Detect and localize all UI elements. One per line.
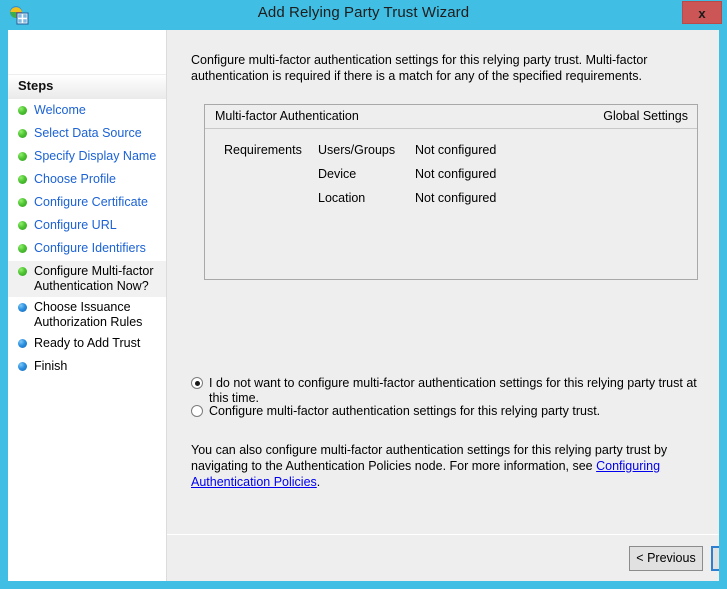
radio-do-not-configure-mfa[interactable]: I do not want to configure multi-factor …: [191, 376, 719, 406]
steps-header-label: Steps: [18, 78, 54, 93]
next-button[interactable]: Next >: [711, 546, 719, 571]
status-bullet-icon: [18, 362, 27, 371]
radio-label: I do not want to configure multi-factor …: [209, 376, 697, 405]
requirements-group-label: Requirements: [224, 143, 302, 157]
footnote-suffix: .: [316, 475, 321, 489]
panel-scope-label: Global Settings: [603, 109, 688, 123]
sidebar-item-finish[interactable]: Finish: [8, 356, 166, 379]
wizard-client-area: Steps Welcome Select Data Source Specify…: [8, 30, 719, 581]
sidebar-item-label: Choose Issuance Authorization Rules: [34, 300, 143, 329]
sidebar-item-label: Choose Profile: [34, 172, 116, 186]
sidebar-item-configure-certificate[interactable]: Configure Certificate: [8, 192, 166, 215]
status-bullet-icon: [18, 244, 27, 253]
radio-configure-mfa[interactable]: Configure multi-factor authentication se…: [191, 404, 600, 419]
sidebar-item-label: Select Data Source: [34, 126, 142, 140]
sidebar-item-configure-url[interactable]: Configure URL: [8, 215, 166, 238]
page-description: Configure multi-factor authentication se…: [191, 53, 648, 83]
sidebar-item-label: Specify Display Name: [34, 149, 157, 163]
sidebar-item-label: Finish: [34, 359, 68, 373]
sidebar-item-choose-profile[interactable]: Choose Profile: [8, 169, 166, 192]
steps-sidebar: Steps Welcome Select Data Source Specify…: [8, 30, 167, 581]
wizard-window: Add Relying Party Trust Wizard x Steps W…: [0, 0, 727, 589]
steps-list: Welcome Select Data Source Specify Displ…: [8, 100, 166, 379]
requirement-name: Device: [318, 167, 357, 181]
requirements-rows: Users/Groups Not configured Device Not c…: [318, 143, 678, 215]
wizard-content-pane: Configure multi-factor authentication se…: [167, 30, 719, 581]
sidebar-item-configure-identifiers[interactable]: Configure Identifiers: [8, 238, 166, 261]
status-bullet-icon: [18, 339, 27, 348]
table-row: Device Not configured: [318, 167, 678, 191]
sidebar-item-configure-mfa-now[interactable]: Configure Multi-factor Authentication No…: [8, 261, 166, 297]
radio-button-icon[interactable]: [191, 405, 203, 417]
steps-header: Steps: [8, 74, 166, 99]
panel-title: Multi-factor Authentication: [215, 109, 359, 123]
status-bullet-icon: [18, 106, 27, 115]
sidebar-item-label: Configure URL: [34, 218, 117, 232]
radio-button-icon[interactable]: [191, 377, 203, 389]
sidebar-item-choose-issuance-authorization-rules[interactable]: Choose Issuance Authorization Rules: [8, 297, 166, 333]
sidebar-item-welcome[interactable]: Welcome: [8, 100, 166, 123]
panel-body: Requirements Users/Groups Not configured…: [205, 129, 697, 205]
status-bullet-icon: [18, 267, 27, 276]
footnote-text: You can also configure multi-factor auth…: [191, 442, 696, 490]
requirement-value: Not configured: [415, 191, 497, 205]
sidebar-item-specify-display-name[interactable]: Specify Display Name: [8, 146, 166, 169]
status-bullet-icon: [18, 221, 27, 230]
previous-button[interactable]: < Previous: [629, 546, 703, 571]
status-bullet-icon: [18, 175, 27, 184]
sidebar-item-label: Configure Identifiers: [34, 241, 146, 255]
title-bar: Add Relying Party Trust Wizard x: [0, 0, 727, 30]
table-row: Location Not configured: [318, 191, 678, 215]
requirement-name: Location: [318, 191, 366, 205]
sidebar-item-label: Configure Certificate: [34, 195, 148, 209]
panel-header: Multi-factor Authentication Global Setti…: [205, 105, 697, 129]
sidebar-item-label: Ready to Add Trust: [34, 336, 141, 350]
status-bullet-icon: [18, 152, 27, 161]
sidebar-item-select-data-source[interactable]: Select Data Source: [8, 123, 166, 146]
status-bullet-icon: [18, 198, 27, 207]
mfa-settings-panel: Multi-factor Authentication Global Setti…: [204, 104, 698, 280]
requirement-value: Not configured: [415, 143, 497, 157]
sidebar-item-ready-to-add-trust[interactable]: Ready to Add Trust: [8, 333, 166, 356]
status-bullet-icon: [18, 129, 27, 138]
table-row: Users/Groups Not configured: [318, 143, 678, 167]
radio-label: Configure multi-factor authentication se…: [209, 404, 601, 418]
sidebar-item-label: Configure Multi-factor Authentication No…: [34, 264, 154, 293]
window-title: Add Relying Party Trust Wizard: [257, 4, 470, 21]
close-icon[interactable]: x: [682, 1, 722, 24]
status-bullet-icon: [18, 303, 27, 312]
requirement-value: Not configured: [415, 167, 497, 181]
sidebar-item-label: Welcome: [34, 103, 86, 117]
wizard-button-bar: < Previous Next > Cancel: [167, 534, 719, 581]
requirement-name: Users/Groups: [318, 143, 396, 157]
